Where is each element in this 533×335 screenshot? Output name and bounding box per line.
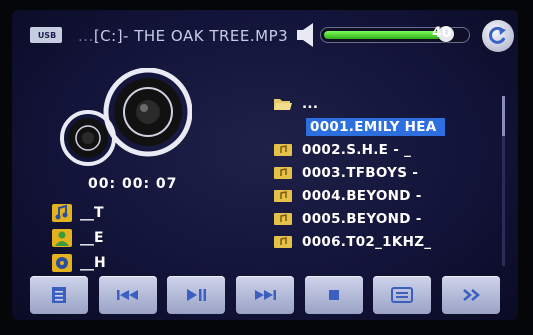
player-screen: USB ...[C:]- THE OAK TREE.MP3 40 00: 00: — [12, 10, 518, 320]
music-file-icon — [274, 189, 292, 202]
top-bar: USB ...[C:]- THE OAK TREE.MP3 40 — [12, 10, 518, 62]
parent-folder-label: ... — [302, 95, 319, 112]
scrollbar-thumb[interactable] — [502, 96, 505, 136]
file-label: 0005.BEYOND - — [302, 210, 422, 227]
more-button[interactable] — [441, 276, 500, 314]
volume-value: 40 — [432, 25, 452, 41]
path-text: [C:]- THE OAK TREE.MP3 — [93, 27, 289, 45]
previous-button[interactable] — [98, 276, 157, 314]
file-label: 0006.T02_1KHZ_ — [302, 233, 432, 250]
list-icon — [52, 287, 66, 303]
file-label: 0003.TFBOYS - — [302, 164, 419, 181]
open-folder-icon — [274, 98, 292, 110]
usb-source-icon[interactable]: USB — [30, 27, 62, 43]
file-label: 0001.EMILY HEA — [306, 117, 445, 136]
volume-fill — [324, 31, 449, 39]
next-button[interactable] — [235, 276, 294, 314]
path-prefix: ... — [78, 27, 94, 45]
stop-icon — [328, 290, 339, 300]
list-item[interactable]: 0002.S.H.E - _ — [274, 138, 494, 161]
file-path: ...[C:]- THE OAK TREE.MP3 — [78, 27, 288, 45]
control-bar — [30, 276, 500, 316]
more-icon — [463, 289, 480, 301]
list-item[interactable]: 0005.BEYOND - — [274, 207, 494, 230]
parent-folder-row[interactable]: ... — [274, 92, 494, 115]
back-arrow-icon — [489, 26, 506, 44]
file-label: 0002.S.H.E - _ — [302, 141, 412, 158]
music-file-icon — [274, 235, 292, 248]
music-file-icon — [274, 166, 292, 179]
artist-info: __E — [52, 229, 104, 247]
file-label: 0004.BEYOND - — [302, 187, 422, 204]
list-button[interactable] — [30, 276, 88, 314]
stop-button[interactable] — [304, 276, 363, 314]
list-scrollbar[interactable] — [502, 96, 505, 266]
list-item[interactable]: 0006.T02_1KHZ_ — [274, 230, 494, 253]
prev-icon — [116, 290, 138, 300]
album-info: __H — [52, 254, 106, 272]
elapsed-time: 00: 00: 07 — [88, 176, 178, 192]
music-file-icon — [274, 212, 292, 225]
play-pause-icon — [187, 289, 207, 301]
person-icon — [52, 229, 72, 247]
artist-text: __E — [80, 230, 104, 246]
music-note-icon — [52, 204, 72, 222]
eq-button[interactable] — [373, 276, 432, 314]
eq-icon — [391, 287, 414, 303]
title-text: __T — [80, 205, 104, 221]
speaker-graphic-icon — [60, 68, 192, 166]
album-text: __H — [80, 255, 106, 271]
title-info: __T — [52, 204, 104, 222]
back-button[interactable] — [482, 20, 514, 52]
list-item[interactable]: 0003.TFBOYS - — [274, 161, 494, 184]
music-file-icon — [274, 143, 292, 156]
speaker-icon[interactable] — [297, 22, 315, 48]
play-pause-button[interactable] — [167, 276, 226, 314]
album-icon — [52, 254, 72, 272]
list-item[interactable]: 0001.EMILY HEA — [274, 115, 494, 138]
list-item[interactable]: 0004.BEYOND - — [274, 184, 494, 207]
file-list: ... 0001.EMILY HEA 0002.S.H.E - _ 0003.T… — [274, 92, 494, 253]
source-label: USB — [37, 30, 57, 40]
next-icon — [254, 290, 276, 300]
